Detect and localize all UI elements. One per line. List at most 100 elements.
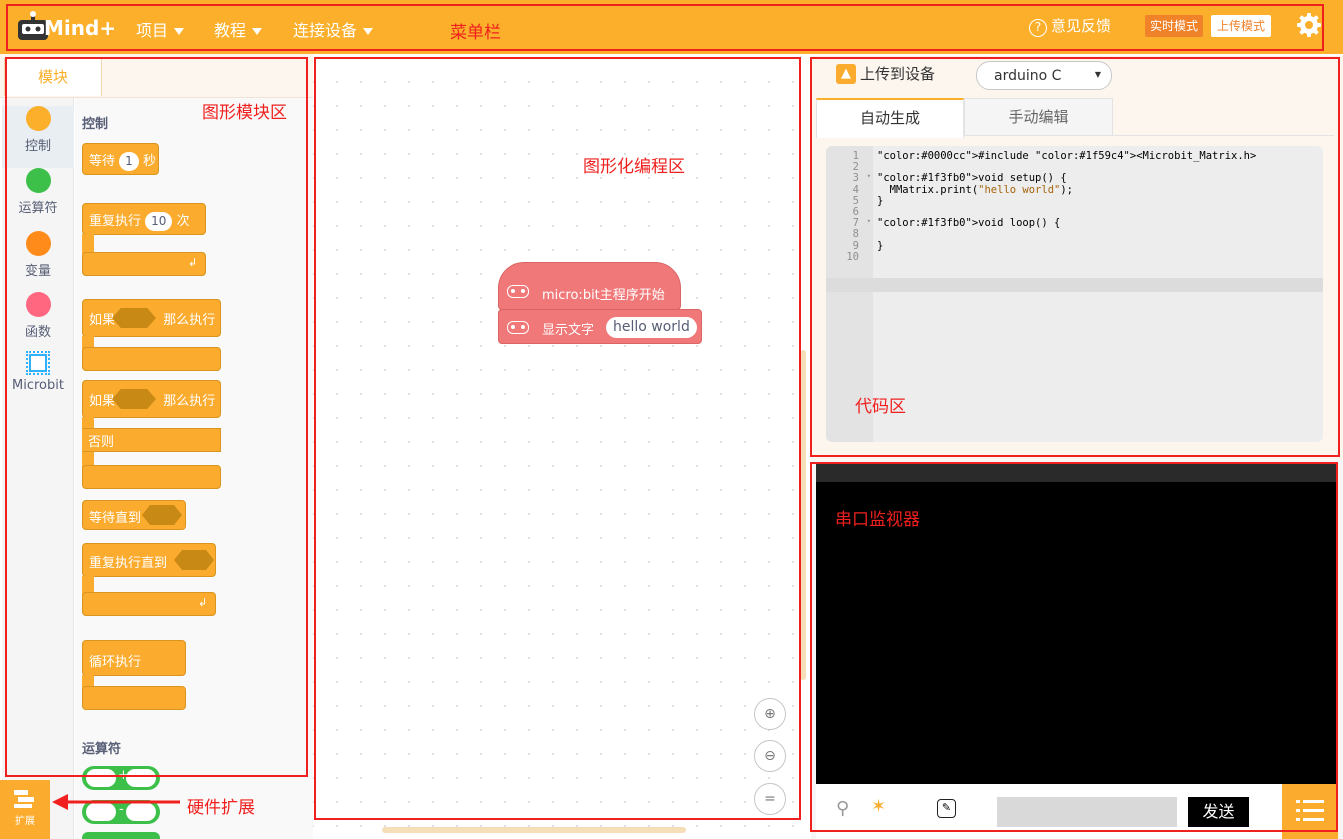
block-if-label: 如果 <box>89 394 116 409</box>
code-line-number: 3 <box>852 172 859 185</box>
category-label: Microbit <box>12 378 64 393</box>
list-icon <box>1296 799 1324 823</box>
block-forever-label: 循环执行 <box>89 655 142 670</box>
code-line-number: 8 <box>852 228 859 241</box>
chevron-down-icon <box>363 28 374 35</box>
annotation-serial-monitor: 串口监视器 <box>835 510 920 530</box>
annotation-code-area: 代码区 <box>855 397 906 417</box>
upload-label: 上传到设备 <box>860 65 936 83</box>
block-wait-unit: 秒 <box>142 154 156 169</box>
block-wait-input[interactable]: 1 <box>119 152 139 171</box>
block-then-label: 那么执行 <box>163 394 216 409</box>
category-label: 变量 <box>24 264 51 279</box>
annotation-programming-area: 图形化编程区 <box>583 157 685 177</box>
category-control[interactable]: 控制 <box>2 106 74 168</box>
zoom-out-button[interactable]: ⊖ <box>754 740 786 772</box>
clear-output-icon[interactable]: ✶ <box>871 796 886 817</box>
condition-slot[interactable] <box>174 550 214 570</box>
extension-label: 扩展 <box>15 816 35 827</box>
hat-block-microbit-start[interactable]: micro:bit主程序开始 <box>498 262 681 310</box>
block-wait[interactable]: 等待 1 秒 <box>82 143 159 175</box>
code-line-number: 5 <box>852 194 859 207</box>
microbit-icon <box>507 321 529 334</box>
block-repeat-until-foot <box>82 592 216 616</box>
code-line-number: 9 <box>852 239 859 252</box>
block-forever-foot <box>82 686 186 710</box>
upload-arrow-icon: ▲ <box>836 63 856 84</box>
condition-slot[interactable] <box>142 505 182 525</box>
menu-tutorial[interactable]: 教程 <box>214 17 263 41</box>
functions-dot-icon <box>25 292 51 317</box>
menu-connect-device[interactable]: 连接设备 <box>293 17 374 41</box>
hat-block-label: micro:bit主程序开始 <box>542 288 665 303</box>
mind-plus-logo[interactable]: Mind+ <box>14 10 120 44</box>
control-dot-icon <box>25 106 51 131</box>
category-label: 函数 <box>24 325 51 340</box>
serial-input[interactable] <box>997 797 1177 827</box>
annotation-blocks-area: 图形模块区 <box>202 103 287 123</box>
show-text-input[interactable]: hello world <box>606 317 697 338</box>
mode-realtime-button[interactable]: 实时模式 <box>1145 15 1204 37</box>
block-then-label: 那么执行 <box>163 313 216 328</box>
tab-auto-generate[interactable]: 自动生成 <box>816 98 964 138</box>
category-microbit[interactable]: Microbit <box>2 351 74 393</box>
category-variables[interactable]: 变量 <box>2 231 74 279</box>
menu-connect-label: 连接设备 <box>293 21 358 40</box>
target-select-value: arduino C <box>994 68 1062 84</box>
tab-blocks[interactable]: 模块 <box>4 58 102 96</box>
block-repeat-input[interactable]: 10 <box>145 212 173 231</box>
code-line: "color:#0000cc">#include "color:#1f59c4"… <box>877 150 1257 162</box>
settings-gear-icon[interactable] <box>1296 12 1322 38</box>
chip-icon <box>26 351 50 375</box>
block-next <box>82 832 160 839</box>
condition-slot[interactable] <box>112 389 156 409</box>
tab-manual-edit[interactable]: 手动编辑 <box>964 98 1113 136</box>
block-show-text[interactable]: 显示文字 hello world <box>498 309 702 344</box>
menu-tutorial-label: 教程 <box>214 21 247 40</box>
scroll-lock-icon[interactable]: ✎ <box>937 799 956 818</box>
menu-project[interactable]: 项目 <box>136 17 185 41</box>
block-forever[interactable]: 循环执行 <box>82 640 186 676</box>
chevron-down-icon <box>252 28 263 35</box>
category-label: 控制 <box>24 139 51 154</box>
extension-button[interactable]: 扩展 <box>0 780 50 839</box>
programming-workspace[interactable] <box>313 60 803 839</box>
usb-icon[interactable]: ⚲ <box>836 798 849 819</box>
extension-icon <box>14 788 36 808</box>
block-repeat[interactable]: 重复执行 10 次 <box>82 203 206 235</box>
category-functions[interactable]: 函数 <box>2 292 74 340</box>
fold-arrow-icon[interactable]: ▾ <box>863 172 871 180</box>
feedback-link[interactable]: ? 意见反馈 <box>1029 15 1111 37</box>
code-line: "color:#1f3fb0">void setup() { <box>877 172 1067 185</box>
mode-upload-button[interactable]: 上传模式 <box>1211 15 1272 37</box>
category-label: 运算符 <box>18 201 58 216</box>
upload-to-device-button[interactable]: ▲ 上传到设备 <box>836 63 935 84</box>
workspace-scroll-h[interactable] <box>382 827 686 833</box>
workspace-scroll-v[interactable] <box>800 350 806 680</box>
show-text-label: 显示文字 <box>542 323 595 338</box>
fold-arrow-icon[interactable]: ▾ <box>863 217 871 225</box>
zoom-reset-button[interactable]: = <box>754 783 786 815</box>
block-if-label: 如果 <box>89 313 116 328</box>
annotation-menubar: 菜单栏 <box>450 23 501 43</box>
operators-dot-icon <box>25 168 51 193</box>
annotation-hardware-ext: 硬件扩展 <box>187 798 255 818</box>
condition-slot[interactable] <box>112 308 156 328</box>
category-operators[interactable]: 运算符 <box>2 168 74 216</box>
target-select[interactable]: arduino C ▼ <box>976 61 1112 90</box>
variables-dot-icon <box>25 231 51 256</box>
send-button[interactable]: 发送 <box>1188 797 1249 827</box>
active-line-highlight <box>826 278 1323 292</box>
code-line: } <box>877 239 884 252</box>
block-plus[interactable]: + <box>82 766 160 790</box>
chevron-down-icon: ▼ <box>1094 70 1101 79</box>
code-line-number: 1 <box>852 150 859 162</box>
code-line: "color:#1f3fb0">void loop() { <box>877 217 1061 230</box>
block-if-else-foot <box>82 465 221 489</box>
code-line: } <box>877 194 884 207</box>
help-icon: ? <box>1029 19 1047 37</box>
zoom-in-button[interactable]: ⊕ <box>754 698 786 730</box>
block-if-foot <box>82 347 221 371</box>
serial-menu-button[interactable] <box>1282 784 1338 839</box>
code-line-number: 6 <box>852 206 859 218</box>
